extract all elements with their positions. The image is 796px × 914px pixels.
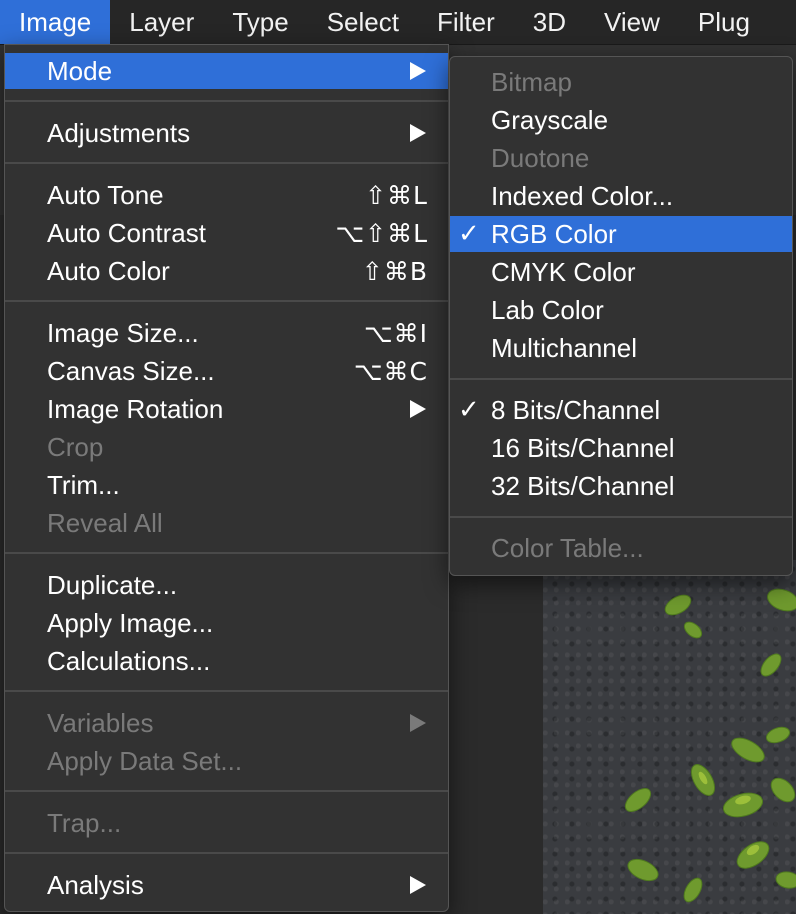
menu-item-image-size[interactable]: Image Size... ⌥⌘I: [5, 315, 448, 351]
menubar-select[interactable]: Select: [308, 0, 418, 44]
menu-item-indexed-color[interactable]: Indexed Color...: [450, 178, 792, 214]
menu-separator: [5, 552, 448, 554]
menu-item-label: Calculations...: [47, 645, 211, 676]
menubar-image[interactable]: Image: [0, 0, 111, 44]
menubar-layer[interactable]: Layer: [110, 0, 213, 44]
image-menu: Mode Adjustments Auto Tone ⇧⌘L Auto Cont…: [4, 44, 449, 912]
submenu-arrow-icon: [410, 62, 426, 80]
menu-item-label: Color Table...: [491, 532, 644, 563]
menu-item-cmyk-color[interactable]: CMYK Color: [450, 254, 792, 290]
menu-item-label: 8 Bits/Channel: [491, 394, 661, 425]
submenu-arrow-icon: [410, 124, 426, 142]
menu-item-auto-color[interactable]: Auto Color ⇧⌘B: [5, 253, 448, 289]
menu-item-label: Auto Color: [47, 255, 170, 286]
menu-item-label: Indexed Color...: [491, 180, 674, 211]
menu-item-duplicate[interactable]: Duplicate...: [5, 567, 448, 603]
menu-item-label: Analysis: [47, 869, 144, 900]
submenu-arrow-icon: [410, 714, 426, 732]
menu-item-label: Duplicate...: [47, 569, 178, 600]
menu-item-lab-color[interactable]: Lab Color: [450, 292, 792, 328]
menu-item-auto-contrast[interactable]: Auto Contrast ⌥⇧⌘L: [5, 215, 448, 251]
menu-item-label: Auto Contrast: [47, 217, 206, 248]
menu-item-label: Apply Data Set...: [47, 745, 243, 776]
menu-item-canvas-size[interactable]: Canvas Size... ⌥⌘C: [5, 353, 448, 389]
keyboard-shortcut: ⌥⌘C: [353, 356, 428, 386]
submenu-arrow-icon: [410, 400, 426, 418]
menu-item-crop: Crop: [5, 429, 448, 465]
menu-item-label: Canvas Size...: [47, 355, 215, 386]
checkmark-icon: ✓: [458, 395, 480, 425]
menu-item-grayscale[interactable]: Grayscale: [450, 102, 792, 138]
keyboard-shortcut: ⇧⌘L: [365, 180, 428, 210]
menu-item-duotone: Duotone: [450, 140, 792, 176]
menu-item-multichannel[interactable]: Multichannel: [450, 330, 792, 366]
menu-separator: [450, 378, 792, 380]
menu-item-label: Auto Tone: [47, 179, 164, 210]
menu-item-label: Grayscale: [491, 104, 609, 135]
menu-item-16-bits[interactable]: 16 Bits/Channel: [450, 430, 792, 466]
document-canvas[interactable]: [543, 560, 796, 914]
menu-separator: [5, 852, 448, 854]
menu-item-color-table: Color Table...: [450, 530, 792, 566]
menu-item-label: Adjustments: [47, 117, 191, 148]
menu-item-label: RGB Color: [491, 218, 617, 249]
menu-item-bitmap: Bitmap: [450, 64, 792, 100]
menu-item-label: Crop: [47, 431, 104, 462]
menu-bar: Image Layer Type Select Filter 3D View P…: [0, 0, 796, 45]
menu-separator: [450, 516, 792, 518]
menu-separator: [5, 690, 448, 692]
menu-item-apply-image[interactable]: Apply Image...: [5, 605, 448, 641]
menubar-view[interactable]: View: [585, 0, 679, 44]
keyboard-shortcut: ⌥⇧⌘L: [335, 218, 428, 248]
menu-item-apply-data-set: Apply Data Set...: [5, 743, 448, 779]
menubar-type[interactable]: Type: [213, 0, 307, 44]
menu-item-calculations[interactable]: Calculations...: [5, 643, 448, 679]
keyboard-shortcut: ⌥⌘I: [363, 318, 428, 348]
menu-item-8-bits[interactable]: ✓ 8 Bits/Channel: [450, 392, 792, 428]
menu-item-32-bits[interactable]: 32 Bits/Channel: [450, 468, 792, 504]
menu-item-analysis[interactable]: Analysis: [5, 867, 448, 903]
keyboard-shortcut: ⇧⌘B: [361, 256, 428, 286]
menu-item-mode[interactable]: Mode: [5, 53, 448, 89]
menu-item-adjustments[interactable]: Adjustments: [5, 115, 448, 151]
menu-item-label: Trim...: [47, 469, 120, 500]
menu-item-label: Duotone: [491, 142, 590, 173]
menu-item-label: CMYK Color: [491, 256, 636, 287]
menu-item-auto-tone[interactable]: Auto Tone ⇧⌘L: [5, 177, 448, 213]
menu-item-rgb-color[interactable]: ✓ RGB Color: [450, 216, 792, 252]
menu-item-label: Bitmap: [491, 66, 572, 97]
menu-item-label: Image Size...: [47, 317, 199, 348]
menu-item-label: Apply Image...: [47, 607, 214, 638]
menu-separator: [5, 300, 448, 302]
spinach-leaves-image: [624, 588, 796, 903]
menu-item-label: Reveal All: [47, 507, 163, 538]
menubar-3d[interactable]: 3D: [514, 0, 585, 44]
menu-item-label: Mode: [47, 55, 113, 86]
menu-item-reveal-all: Reveal All: [5, 505, 448, 541]
menubar-plugins[interactable]: Plug: [679, 0, 769, 44]
menu-item-trim[interactable]: Trim...: [5, 467, 448, 503]
menu-item-label: Lab Color: [491, 294, 604, 325]
mode-submenu: Bitmap Grayscale Duotone Indexed Color..…: [449, 56, 793, 576]
menu-separator: [5, 790, 448, 792]
menu-item-image-rotation[interactable]: Image Rotation: [5, 391, 448, 427]
menu-item-variables: Variables: [5, 705, 448, 741]
menu-item-label: Variables: [47, 707, 154, 738]
menu-item-trap: Trap...: [5, 805, 448, 841]
menu-item-label: 32 Bits/Channel: [491, 470, 675, 501]
menubar-filter[interactable]: Filter: [418, 0, 514, 44]
menu-separator: [5, 100, 448, 102]
menu-item-label: Multichannel: [491, 332, 637, 363]
menu-separator: [5, 162, 448, 164]
menu-item-label: 16 Bits/Channel: [491, 432, 675, 463]
menu-item-label: Image Rotation: [47, 393, 224, 424]
menu-item-label: Trap...: [47, 807, 122, 838]
checkmark-icon: ✓: [458, 219, 480, 249]
submenu-arrow-icon: [410, 876, 426, 894]
